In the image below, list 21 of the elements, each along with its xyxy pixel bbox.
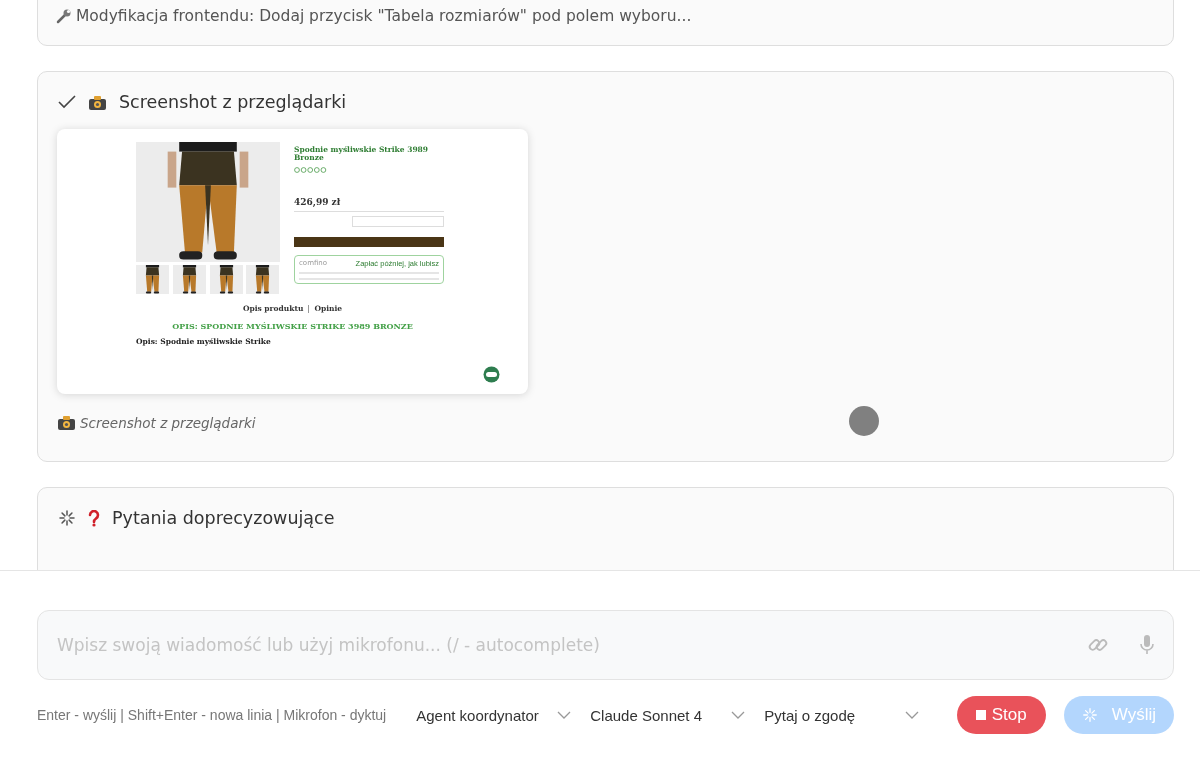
keyboard-hint: Enter - wyślij | Shift+Enter - nowa linia | Mikrofon - dyktuj bbox=[37, 707, 387, 723]
camera-icon bbox=[57, 414, 76, 431]
chevron-down-icon bbox=[731, 711, 746, 719]
camera-icon bbox=[88, 93, 107, 111]
wrench-icon bbox=[56, 8, 72, 24]
stop-button[interactable]: Stop bbox=[956, 696, 1046, 734]
spinner-icon bbox=[1081, 707, 1098, 723]
card-title: Pytania doprecyzowujące bbox=[112, 508, 335, 528]
image-caption: Screenshot z przeglądarki bbox=[80, 414, 256, 431]
dropdown[interactable]: Agent koordynator bbox=[416, 706, 572, 724]
section-heading: OPIS: SPODNIE MYŚLIWSKIE STRIKE 3989 BRONZE bbox=[171, 321, 414, 331]
question-icon bbox=[88, 509, 100, 527]
chevron-down-icon bbox=[905, 711, 920, 719]
chevron-down-icon bbox=[557, 711, 572, 719]
dropdown[interactable]: Claude Sonnet 4 bbox=[590, 706, 746, 724]
tool-summary: Modyfikacja frontendu: Dodaj przycisk "Tabela rozmiarów" pod polem wyboru... bbox=[76, 7, 692, 25]
product-price: 426,99 zł bbox=[294, 196, 444, 212]
chat-bubble-icon bbox=[483, 366, 500, 383]
microphone-icon[interactable] bbox=[1139, 634, 1155, 656]
card-title: Screenshot z przeglądarki bbox=[119, 92, 347, 112]
dropdown[interactable]: Pytaj o zgodę bbox=[764, 706, 920, 724]
